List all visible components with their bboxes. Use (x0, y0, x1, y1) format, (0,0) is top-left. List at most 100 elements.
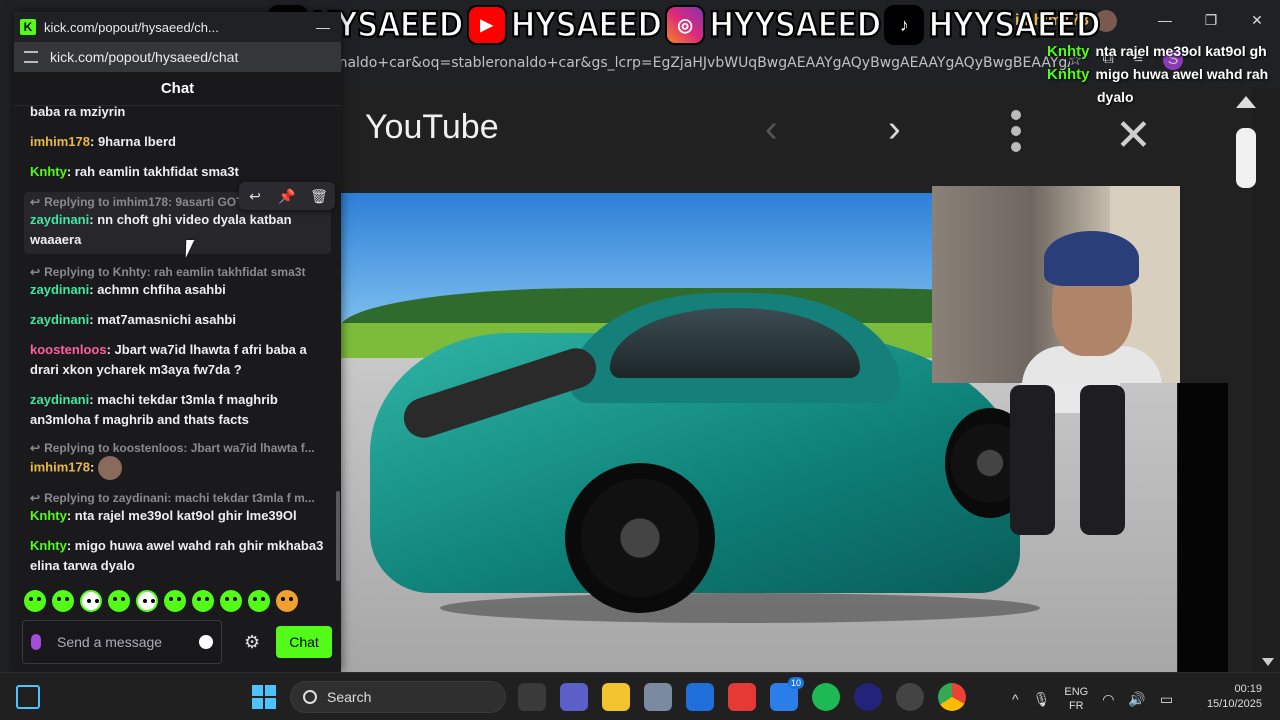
chat-username[interactable]: imhim178 (30, 459, 90, 474)
site-settings-icon[interactable] (24, 51, 38, 63)
emoji-picker-icon[interactable] (199, 635, 213, 649)
chat-scrollbar[interactable] (335, 106, 341, 586)
chat-username[interactable]: Knhty (30, 508, 67, 523)
instagram-icon: ◎ (665, 5, 706, 45)
wifi-icon[interactable]: ◠ (1102, 691, 1114, 708)
battery-icon[interactable]: ▭ (1160, 691, 1173, 708)
clock-date: 15/10/2025 (1206, 698, 1262, 710)
delete-icon[interactable]: 🗑 (303, 182, 335, 210)
volume-icon[interactable]: 🔊 (1128, 691, 1145, 708)
chat-message[interactable]: ↩ Replying to Knhty: rah eamlin takhfidat… (30, 264, 325, 300)
send-chat-button[interactable]: Chat (276, 626, 332, 658)
reply-context[interactable]: ↩ Replying to Knhty: rah eamlin takhfidat… (30, 264, 325, 280)
emote-icon[interactable] (24, 590, 46, 612)
quick-emotes (24, 590, 298, 612)
pdf-icon[interactable] (728, 683, 756, 711)
spotify-icon[interactable] (812, 683, 840, 711)
search-label: Search (327, 689, 372, 705)
file-explorer-icon[interactable] (602, 683, 630, 711)
desktop: onaldo+car&oq=stableronaldo+car&gs_lcrp=… (0, 0, 1280, 672)
scroll-down-icon[interactable] (1262, 658, 1274, 666)
widgets-icon[interactable] (16, 685, 40, 709)
chat-message[interactable]: zaydinani: mat7amasnichi asahbi (30, 310, 325, 330)
emote-icon[interactable] (52, 590, 74, 612)
app-icon[interactable] (854, 683, 882, 711)
chrome-icon[interactable] (938, 683, 966, 711)
emote-icon[interactable] (80, 590, 102, 612)
chat-username[interactable]: koostenloos (30, 342, 107, 357)
emote-icon[interactable] (220, 590, 242, 612)
task-view-icon[interactable] (518, 683, 546, 711)
background-address-bar[interactable]: onaldo+car&oq=stableronaldo+car&gs_lcrp=… (330, 48, 1070, 78)
overlay-chat-line: Knhty nta rajel me39ol kat9ol gh (1047, 43, 1267, 60)
app-icon[interactable] (644, 683, 672, 711)
emote-icon[interactable] (136, 590, 158, 612)
mouse-cursor (185, 240, 195, 258)
banner-handle: HYYSAEED (708, 4, 882, 47)
emote-icon[interactable] (248, 590, 270, 612)
chat-username[interactable]: Knhty (30, 164, 67, 179)
chat-username[interactable]: zaydinani (30, 312, 89, 327)
banner-handle: HYSAEED (510, 4, 664, 47)
next-arrow-icon[interactable]: › (888, 108, 901, 151)
messenger-icon[interactable]: 10 (770, 677, 804, 711)
chat-message[interactable]: Knhty: migo huwa awel wahd rah ghir mkha… (30, 536, 325, 576)
message-actions: ↩ 📌 🗑 (239, 182, 335, 210)
more-options-icon[interactable] (1010, 110, 1022, 152)
overlay-person (1010, 385, 1130, 545)
kick-url: kick.com/popout/hysaeed/chat (50, 49, 239, 65)
language-indicator[interactable]: ENG FR (1064, 685, 1088, 713)
pin-icon[interactable]: 📌 (271, 182, 303, 210)
emote-icon[interactable] (164, 590, 186, 612)
chat-input-placeholder[interactable]: Send a message (57, 634, 167, 650)
emote-icon[interactable] (192, 590, 214, 612)
chat-app-icon[interactable] (560, 683, 588, 711)
store-icon[interactable] (686, 683, 714, 711)
kick-window-title: kick.com/popout/hysaeed/ch... (44, 19, 219, 35)
webcam-feed (932, 186, 1180, 383)
chat-username[interactable]: zaydinani (30, 212, 89, 227)
chat-message[interactable]: ↩ Replying to zaydinani: machi tekdar t3m… (30, 490, 325, 526)
chevron-up-icon[interactable]: ^ (1012, 691, 1019, 707)
taskbar-search[interactable]: Search (290, 681, 506, 713)
emote-icon[interactable] (108, 590, 130, 612)
minimize-icon[interactable]: — (311, 19, 335, 35)
chat-input[interactable]: Send a message (22, 620, 222, 664)
scrollbar[interactable] (1252, 88, 1280, 672)
kick-chat-window: K kick.com/popout/hysaeed/ch... — kick.c… (14, 12, 341, 672)
chat-message[interactable]: koostenloos: Jbart wa7id lhawta f afri b… (30, 340, 325, 380)
kick-url-bar[interactable]: kick.com/popout/hysaeed/chat (14, 42, 341, 72)
emote-icon[interactable] (276, 590, 298, 612)
previous-arrow-icon[interactable]: ‹ (765, 108, 778, 151)
microphone-tray-icon[interactable]: 🎙 (1033, 691, 1051, 708)
tiktok-icon: ♪ (884, 5, 925, 45)
reply-icon[interactable]: ↩ (239, 182, 271, 210)
chat-settings-icon[interactable]: ⚙ (244, 632, 260, 653)
chat-message[interactable]: zaydinani: machi tekdar t3mla f maghrib … (30, 390, 325, 430)
close-preview-icon[interactable]: ✕ (1115, 114, 1152, 158)
reply-context[interactable]: ↩ Replying to zaydinani: machi tekdar t3m… (30, 490, 325, 506)
chat-message[interactable]: Knhty: rah eamlin takhfidat sma3t (30, 162, 325, 182)
microphone-icon[interactable] (31, 634, 41, 650)
maximize-icon[interactable]: ❐ (1188, 0, 1234, 40)
start-icon[interactable] (252, 685, 276, 709)
clock-time: 00:19 (1234, 683, 1262, 695)
chat-username[interactable]: zaydinani (30, 282, 89, 297)
obs-icon[interactable] (896, 683, 924, 711)
black-overlay-bar (1178, 383, 1228, 672)
overlay-chat-line: Knhty migo huwa awel wahd rah (1047, 66, 1269, 83)
kick-titlebar: K kick.com/popout/hysaeed/ch... — (14, 12, 341, 42)
clock[interactable]: 00:19 15/10/2025 (1196, 682, 1262, 712)
chat-message[interactable]: imhim178: 9harna lberd (30, 132, 325, 152)
chat-username[interactable]: Knhty (30, 538, 67, 553)
chat-message[interactable]: baba ra mziyrin (30, 106, 325, 122)
chat-username[interactable]: imhim178 (30, 134, 90, 149)
close-icon[interactable]: ✕ (1234, 0, 1280, 40)
minimize-icon[interactable]: — (1142, 0, 1188, 40)
scrollbar-thumb[interactable] (1236, 128, 1256, 188)
chat-username[interactable]: zaydinani (30, 392, 89, 407)
chat-messages: baba ra mziyrin imhim178: 9harna lberd K… (14, 106, 341, 586)
chat-message[interactable]: ↩ Replying to koostenloos: Jbart wa7id lh… (30, 440, 325, 480)
chat-scrollbar-thumb[interactable] (336, 491, 340, 581)
reply-context[interactable]: ↩ Replying to koostenloos: Jbart wa7id lh… (30, 440, 325, 456)
